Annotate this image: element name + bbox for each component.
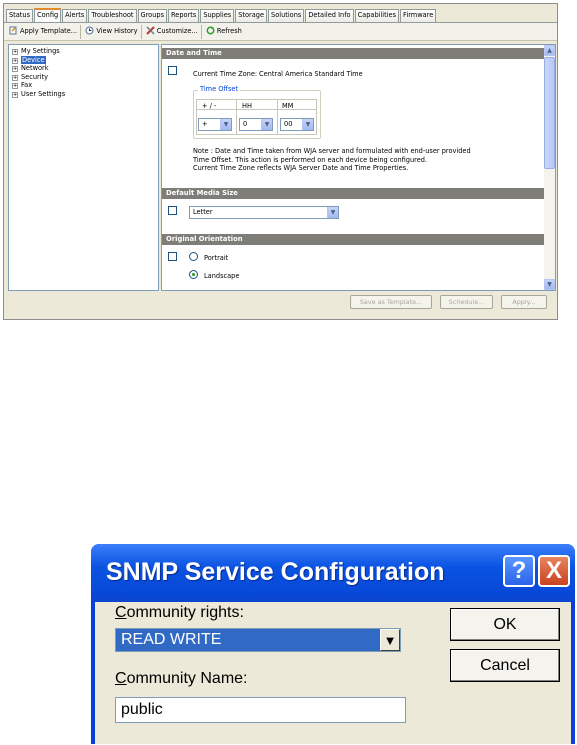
- sign-column-header: + / -: [202, 102, 217, 110]
- chevron-down-icon[interactable]: ▼: [327, 207, 338, 218]
- scroll-thumb[interactable]: [544, 57, 555, 169]
- tab-status[interactable]: Status: [6, 9, 34, 22]
- tree-item-my-settings[interactable]: + My Settings: [12, 47, 155, 56]
- portrait-label: Portrait: [204, 254, 229, 262]
- template-icon: [9, 26, 17, 35]
- tab-reports[interactable]: Reports: [168, 9, 200, 22]
- time-offset-note: Note : Date and Time taken from WJA serv…: [193, 147, 471, 173]
- sign-select[interactable]: + ▼: [198, 118, 232, 131]
- tab-capabilities[interactable]: Capabilities: [354, 9, 400, 22]
- tab-solutions[interactable]: Solutions: [268, 9, 305, 22]
- expand-icon[interactable]: +: [12, 74, 18, 81]
- hh-column-header: HH: [242, 102, 252, 110]
- media-size-header: Default Media Size: [162, 188, 545, 199]
- content-scrollbar[interactable]: ▲ ▼: [544, 45, 555, 290]
- media-size-checkbox[interactable]: [168, 206, 177, 215]
- help-icon: ?: [511, 557, 527, 584]
- community-rights-label: Community rights:: [115, 604, 244, 621]
- config-toolbar: Apply Template... View History Customize…: [4, 22, 557, 41]
- refresh-button[interactable]: Refresh: [204, 25, 245, 39]
- settings-tree: + My Settings + Device + Network + Security …: [8, 44, 159, 291]
- landscape-radio[interactable]: [189, 270, 198, 279]
- media-size-select[interactable]: Letter ▼: [189, 206, 339, 219]
- chevron-down-icon[interactable]: ▼: [302, 119, 313, 130]
- cancel-button[interactable]: Cancel: [450, 649, 560, 682]
- orientation-header: Original Orientation: [162, 234, 545, 245]
- history-icon: [85, 26, 94, 35]
- scroll-down-icon[interactable]: ▼: [544, 279, 555, 290]
- chevron-down-icon[interactable]: ▼: [261, 119, 272, 130]
- tab-alerts[interactable]: Alerts: [62, 9, 88, 22]
- tab-config[interactable]: Config: [34, 8, 62, 23]
- tab-groups[interactable]: Groups: [137, 9, 168, 22]
- tab-supplies[interactable]: Supplies: [200, 9, 235, 22]
- tab-troubleshoot[interactable]: Troubleshoot: [88, 9, 137, 22]
- close-button[interactable]: X: [538, 555, 570, 587]
- refresh-icon: [206, 26, 215, 35]
- community-rights-select[interactable]: READ WRITE ▼: [115, 628, 401, 652]
- expand-icon[interactable]: +: [12, 83, 18, 89]
- tab-detailed-info[interactable]: Detailed Info: [305, 9, 354, 22]
- community-name-label: Community Name:: [115, 670, 248, 687]
- view-history-button[interactable]: View History: [83, 25, 142, 39]
- tree-item-fax[interactable]: + Fax: [12, 81, 155, 90]
- customize-button[interactable]: Customize...: [144, 25, 202, 39]
- tree-item-user-settings[interactable]: + User Settings: [12, 90, 155, 99]
- time-offset-title: Time Offset: [198, 85, 241, 93]
- chevron-down-icon[interactable]: ▼: [220, 119, 231, 130]
- help-button[interactable]: ?: [503, 555, 535, 587]
- mm-column-header: MM: [282, 102, 294, 110]
- expand-icon[interactable]: +: [12, 66, 18, 72]
- ok-button[interactable]: OK: [450, 608, 560, 641]
- tree-item-network[interactable]: + Network: [12, 64, 155, 73]
- portrait-radio[interactable]: [189, 252, 198, 261]
- mm-select[interactable]: 00 ▼: [280, 118, 314, 131]
- settings-content: Date and Time Current Time Zone: Central…: [161, 44, 556, 291]
- orientation-checkbox[interactable]: [168, 252, 177, 261]
- community-name-input[interactable]: public: [115, 697, 406, 723]
- tab-bar: Status Config Alerts Troubleshoot Groups Repo…: [4, 4, 557, 23]
- time-zone-label: Current Time Zone:: [193, 70, 258, 78]
- date-time-checkbox[interactable]: [168, 66, 177, 75]
- wja-config-panel: Status Config Alerts Troubleshoot Groups Repo…: [3, 3, 558, 320]
- dialog-titlebar[interactable]: SNMP Service Configuration ? X: [91, 544, 575, 602]
- expand-icon[interactable]: +: [12, 91, 18, 98]
- schedule-button[interactable]: Schedule...: [440, 295, 493, 309]
- tree-item-security[interactable]: + Security: [12, 73, 155, 82]
- date-time-header: Date and Time: [162, 48, 545, 59]
- customize-icon: [146, 26, 155, 35]
- tab-firmware[interactable]: Firmware: [400, 9, 437, 22]
- hh-select[interactable]: 0 ▼: [239, 118, 273, 131]
- tree-item-device[interactable]: + Device: [12, 55, 155, 65]
- table-divider: [277, 99, 278, 135]
- chevron-down-icon[interactable]: ▼: [380, 629, 400, 651]
- tab-storage[interactable]: Storage: [235, 9, 268, 22]
- dialog-title: SNMP Service Configuration: [106, 558, 445, 586]
- snmp-config-dialog: SNMP Service Configuration ? X Community…: [91, 544, 575, 744]
- time-zone-value: Central America Standard Time: [259, 70, 363, 78]
- expand-icon[interactable]: +: [12, 49, 18, 55]
- expand-icon[interactable]: +: [12, 57, 18, 64]
- apply-button[interactable]: Apply...: [501, 295, 547, 309]
- dialog-body: Community rights: READ WRITE ▼ Community…: [95, 602, 571, 744]
- save-as-template-button[interactable]: Save as Template...: [350, 295, 432, 309]
- landscape-label: Landscape: [204, 272, 240, 280]
- table-divider: [236, 99, 237, 135]
- apply-template-button[interactable]: Apply Template...: [7, 25, 82, 39]
- scroll-up-icon[interactable]: ▲: [544, 45, 555, 56]
- close-icon: X: [545, 557, 562, 584]
